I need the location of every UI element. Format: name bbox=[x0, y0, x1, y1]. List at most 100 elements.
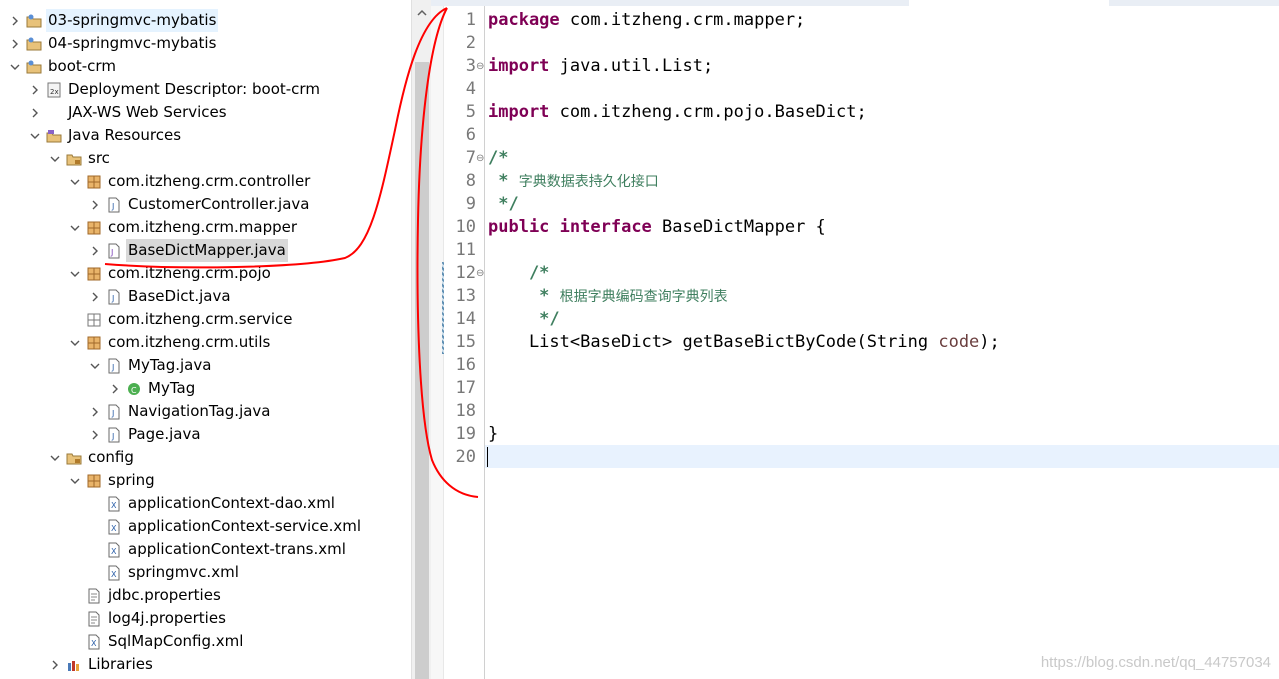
tree-item-label: applicationContext-trans.xml bbox=[128, 540, 346, 558]
code-token: */ bbox=[488, 194, 519, 214]
code-line: public interface BaseDictMapper { bbox=[488, 216, 826, 239]
java-file-icon: J bbox=[106, 289, 122, 305]
collapsed-arrow-icon[interactable] bbox=[108, 382, 122, 396]
tree-item[interactable]: C MyTag bbox=[108, 377, 197, 400]
tree-item-label: springmvc.xml bbox=[128, 563, 239, 581]
code-token: import bbox=[488, 56, 550, 76]
tree-item[interactable]: spring bbox=[68, 469, 157, 492]
code-token: /* bbox=[488, 263, 550, 283]
tree-item[interactable]: J BaseDictMapper.java bbox=[88, 239, 288, 262]
tree-item[interactable]: J BaseDict.java bbox=[88, 285, 233, 308]
tree-item[interactable]: Xspringmvc.xml bbox=[88, 561, 241, 584]
line-number: 18 bbox=[455, 401, 476, 421]
tree-item[interactable]: src bbox=[48, 147, 112, 170]
svg-text:X: X bbox=[111, 501, 117, 510]
expanded-arrow-icon[interactable] bbox=[68, 221, 82, 235]
tree-item[interactable]: com.itzheng.crm.controller bbox=[68, 170, 312, 193]
expanded-arrow-icon[interactable] bbox=[8, 60, 22, 74]
code-token: 字典数据表持久化接口 bbox=[518, 174, 659, 190]
svg-text:X: X bbox=[91, 639, 97, 648]
empty-package-icon bbox=[86, 312, 102, 328]
code-token: 根据字典编码查询字典列表 bbox=[559, 289, 728, 305]
tree-item[interactable]: boot-crm bbox=[8, 55, 118, 78]
code-token: * bbox=[488, 171, 519, 191]
code-line: * 字典数据表持久化接口 bbox=[488, 170, 659, 193]
tree-item-label: SqlMapConfig.xml bbox=[108, 632, 244, 650]
tree-item[interactable]: Libraries bbox=[48, 653, 155, 676]
collapsed-arrow-icon[interactable] bbox=[88, 290, 102, 304]
expanded-arrow-icon[interactable] bbox=[68, 474, 82, 488]
code-token: * bbox=[488, 286, 560, 306]
expanded-arrow-icon[interactable] bbox=[48, 451, 62, 465]
code-line: */ bbox=[488, 193, 519, 216]
collapsed-arrow-icon[interactable] bbox=[88, 405, 102, 419]
source-folder-icon bbox=[66, 151, 82, 167]
code-token: BaseDictMapper { bbox=[651, 217, 826, 237]
package-icon bbox=[86, 220, 102, 236]
tree-item[interactable]: config bbox=[48, 446, 136, 469]
svg-text:X: X bbox=[111, 547, 117, 556]
text-caret bbox=[487, 447, 488, 467]
collapsed-arrow-icon[interactable] bbox=[8, 14, 22, 28]
expanded-arrow-icon[interactable] bbox=[88, 359, 102, 373]
tree-item[interactable]: XapplicationContext-trans.xml bbox=[88, 538, 348, 561]
tree-item[interactable]: J NavigationTag.java bbox=[88, 400, 273, 423]
expanded-arrow-icon[interactable] bbox=[28, 129, 42, 143]
code-token: public bbox=[488, 217, 550, 237]
expanded-arrow-icon[interactable] bbox=[68, 267, 82, 281]
tree-item[interactable]: X SqlMapConfig.xml bbox=[68, 630, 245, 653]
line-number: 9 bbox=[465, 194, 476, 214]
package-icon bbox=[86, 335, 102, 351]
code-token: java.util.List; bbox=[549, 56, 714, 76]
tree-item-label: Deployment Descriptor: boot-crm bbox=[68, 80, 320, 98]
scrollbar-thumb[interactable] bbox=[415, 62, 429, 679]
xml-file-icon: X bbox=[106, 542, 122, 558]
expanded-arrow-icon[interactable] bbox=[48, 152, 62, 166]
no-arrow bbox=[68, 612, 82, 626]
java-file-icon: J bbox=[106, 404, 122, 420]
code-line: package com.itzheng.crm.mapper; bbox=[488, 9, 805, 32]
tree-item[interactable]: 04-springmvc-mybatis bbox=[8, 32, 218, 55]
tree-item[interactable]: XapplicationContext-dao.xml bbox=[88, 492, 337, 515]
code-token: code bbox=[938, 332, 980, 352]
collapsed-arrow-icon[interactable] bbox=[28, 106, 42, 120]
no-arrow bbox=[68, 635, 82, 649]
collapsed-arrow-icon[interactable] bbox=[88, 428, 102, 442]
expanded-arrow-icon[interactable] bbox=[68, 336, 82, 350]
tree-item[interactable]: JAX-WS Web Services bbox=[28, 101, 229, 124]
tree-item[interactable]: com.itzheng.crm.utils bbox=[68, 331, 272, 354]
collapsed-arrow-icon[interactable] bbox=[88, 244, 102, 258]
line-number: 16 bbox=[455, 355, 476, 375]
tree-item[interactable]: Java Resources bbox=[28, 124, 183, 147]
tree-item-label: jdbc.properties bbox=[108, 586, 221, 604]
java-code-editor[interactable]: package com.itzheng.crm.mapper; import ja… bbox=[484, 6, 1279, 679]
package-icon bbox=[86, 266, 102, 282]
collapsed-arrow-icon[interactable] bbox=[88, 198, 102, 212]
tree-item[interactable]: J CustomerController.java bbox=[88, 193, 311, 216]
tree-item-label: MyTag.java bbox=[128, 356, 212, 374]
code-token: com.itzheng.crm.pojo.BaseDict; bbox=[549, 102, 867, 122]
tree-item[interactable]: J MyTag.java bbox=[88, 354, 213, 377]
code-token: package bbox=[488, 10, 560, 30]
expanded-arrow-icon[interactable] bbox=[68, 175, 82, 189]
code-line: List<BaseDict> getBaseBictByCode(String … bbox=[488, 331, 1000, 354]
tree-item[interactable]: log4j.properties bbox=[68, 607, 228, 630]
tree-item[interactable]: J Page.java bbox=[88, 423, 203, 446]
tree-item[interactable]: 2x Deployment Descriptor: boot-crm bbox=[28, 78, 322, 101]
deployment-descriptor-icon: 2x bbox=[46, 82, 62, 98]
collapsed-arrow-icon[interactable] bbox=[8, 37, 22, 51]
tree-item[interactable]: com.itzheng.crm.pojo bbox=[68, 262, 273, 285]
tree-item[interactable]: XapplicationContext-service.xml bbox=[88, 515, 363, 538]
tree-item[interactable]: jdbc.properties bbox=[68, 584, 223, 607]
tree-item[interactable]: 03-springmvc-mybatis bbox=[8, 9, 219, 32]
explorer-scrollbar[interactable] bbox=[411, 0, 432, 679]
line-number: 15 bbox=[455, 332, 476, 352]
tree-item[interactable]: com.itzheng.crm.service bbox=[68, 308, 295, 331]
line-number: 3 bbox=[465, 56, 476, 76]
tree-item[interactable]: com.itzheng.crm.mapper bbox=[68, 216, 299, 239]
collapsed-arrow-icon[interactable] bbox=[48, 658, 62, 672]
no-arrow bbox=[68, 313, 82, 327]
collapsed-arrow-icon[interactable] bbox=[28, 83, 42, 97]
tree-item-label: com.itzheng.crm.utils bbox=[108, 333, 271, 351]
scroll-up-icon[interactable] bbox=[412, 6, 432, 20]
